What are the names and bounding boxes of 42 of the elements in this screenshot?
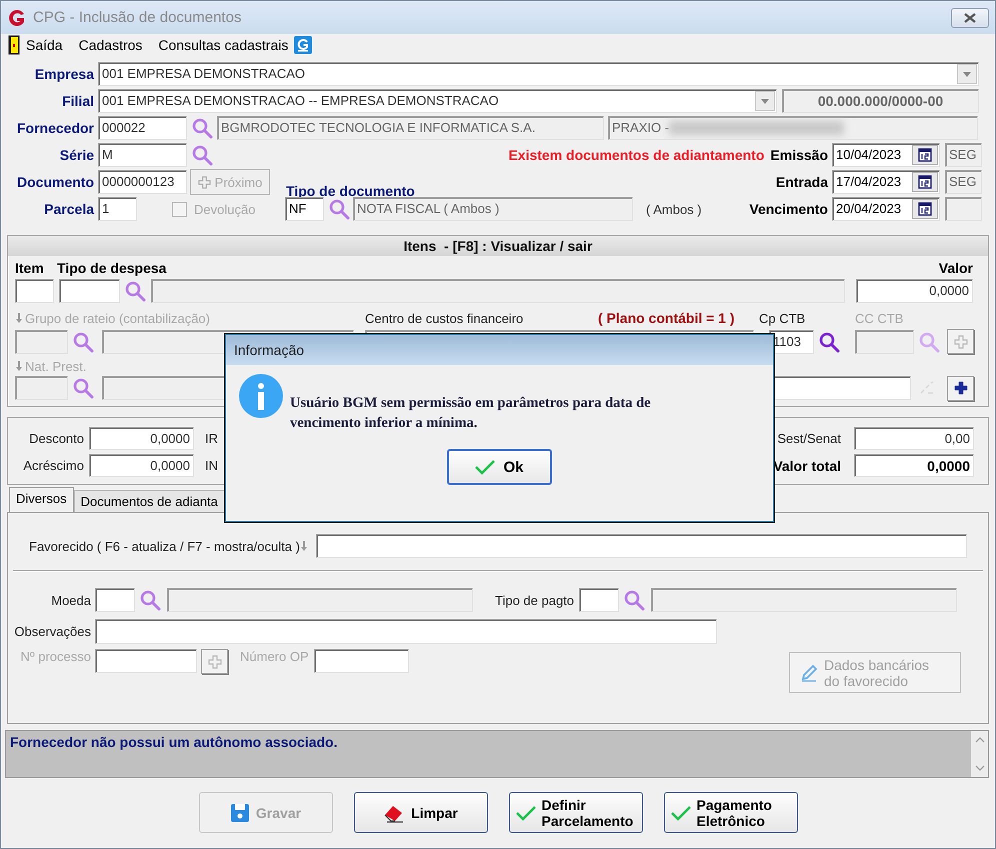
field-label: Nat. Prest. <box>25 358 86 374</box>
panel-header: Itens - [F8] : Visualizar / sair <box>8 236 988 256</box>
status-message: Fornecedor não possui um autônomo associado. <box>9 733 338 752</box>
type-note: ( Ambos ) <box>646 202 702 216</box>
window-title: CPG - Inclusão de documentos <box>33 9 242 26</box>
column-label: Tipo de despesa <box>57 260 166 276</box>
field-label: Emissão <box>770 147 828 163</box>
field-label: Tipo de documento <box>286 184 415 198</box>
dialog-message: Usuário BGM sem permissão em parâmetros para data de vencimento inferior a mínima. <box>290 394 652 433</box>
checkbox-label: Devolução <box>194 202 256 216</box>
column-label: Valor <box>938 260 973 276</box>
field-label: Favorecido ( F6 - atualiza / F7 - mostra/oculta ) <box>29 538 300 554</box>
column-label: Item <box>15 260 45 276</box>
warning-text: Existem documentos de adiantamento <box>508 147 764 163</box>
field-label: Documento <box>16 174 95 190</box>
field-label: Desconto <box>28 431 84 446</box>
field-label: Filial <box>61 93 95 109</box>
field-label: IN <box>205 458 218 473</box>
field-label: Moeda <box>50 592 92 608</box>
field-label: Nº processo <box>20 649 92 664</box>
field-label: Centro de custos financeiro <box>365 310 524 326</box>
field-label: Empresa <box>34 66 96 82</box>
field-label: Entrada <box>776 174 828 190</box>
field-label: Vencimento <box>749 201 828 217</box>
field-label: Observações <box>13 624 92 639</box>
plan-label: ( Plano contábil = 1 ) <box>598 310 736 326</box>
field-label: Sest/Senat <box>777 431 841 446</box>
field-label: Acréscimo <box>22 458 84 473</box>
field-label: CC CTB <box>855 310 904 326</box>
field-label: IR <box>205 431 218 446</box>
dialog-title: Informação <box>226 335 773 365</box>
cnpj-field: 00.000.000/0000-00 <box>782 89 979 113</box>
field-label: Cp CTB <box>759 310 806 326</box>
field-label: Valor total <box>773 458 841 474</box>
field-label: Série <box>58 147 95 163</box>
field-label: Grupo de rateio (contabilização) <box>25 310 210 326</box>
weekday-field: SEG <box>945 170 982 194</box>
field-label: Parcela <box>43 201 96 217</box>
field-label: Fornecedor <box>16 120 95 136</box>
field-label: Número OP <box>240 649 309 664</box>
weekday-field: SEG <box>945 143 982 167</box>
field-label: Tipo de pagto <box>495 592 574 608</box>
